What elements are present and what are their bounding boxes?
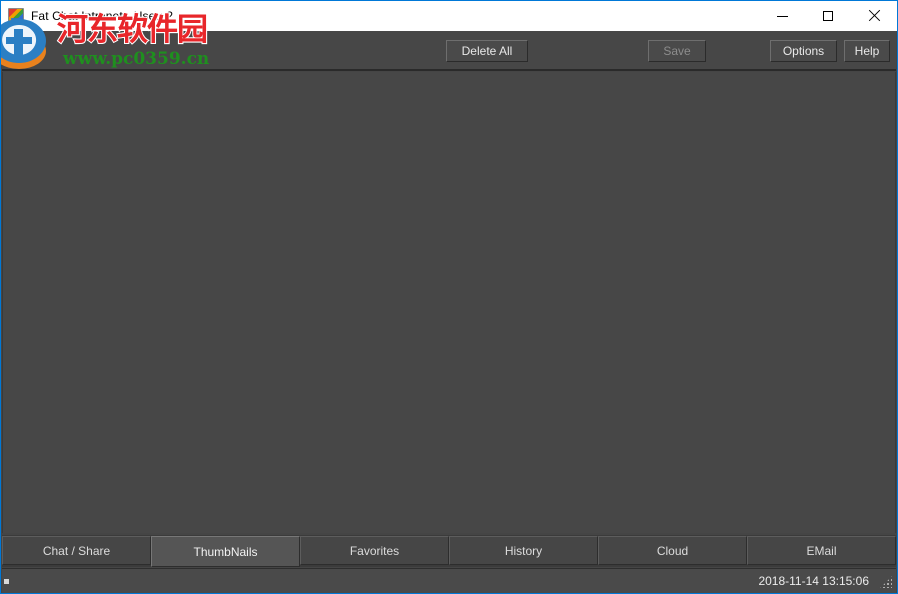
resize-grip-icon[interactable] (879, 574, 892, 588)
tab-email[interactable]: EMail (747, 536, 896, 565)
title-bar[interactable]: Fat Chat Intranet - User: 2 (1, 1, 897, 31)
options-button[interactable]: Options (770, 40, 837, 62)
status-timestamp: 2018-11-14 13:15:06 (758, 574, 869, 588)
maximize-icon (823, 11, 833, 21)
minimize-button[interactable] (759, 1, 805, 31)
status-bar: 2018-11-14 13:15:06 (2, 568, 896, 593)
thumbnails-content-area[interactable] (2, 72, 896, 533)
maximize-button[interactable] (805, 1, 851, 31)
close-icon (868, 10, 880, 22)
app-icon (8, 8, 24, 24)
tab-chat-share[interactable]: Chat / Share (2, 536, 151, 565)
tab-favorites[interactable]: Favorites (300, 536, 449, 565)
minimize-icon (776, 15, 788, 17)
close-button[interactable] (851, 1, 897, 31)
save-button[interactable]: Save (648, 40, 706, 62)
window-title: Fat Chat Intranet - User: 2 (31, 9, 174, 23)
tab-history[interactable]: History (449, 536, 598, 565)
tab-thumbnails[interactable]: ThumbNails (151, 536, 300, 567)
window-controls (759, 1, 897, 31)
delete-all-button[interactable]: Delete All (446, 40, 528, 62)
application-window: Fat Chat Intranet - User: 2 Delete All S… (0, 0, 898, 594)
toolbar-separator (2, 69, 896, 71)
status-left-indicator (4, 578, 9, 584)
tab-cloud[interactable]: Cloud (598, 536, 747, 565)
tab-bar: Chat / Share ThumbNails Favorites Histor… (2, 535, 896, 567)
toolbar: Delete All Save Options Help (2, 31, 896, 71)
help-button[interactable]: Help (844, 40, 890, 62)
